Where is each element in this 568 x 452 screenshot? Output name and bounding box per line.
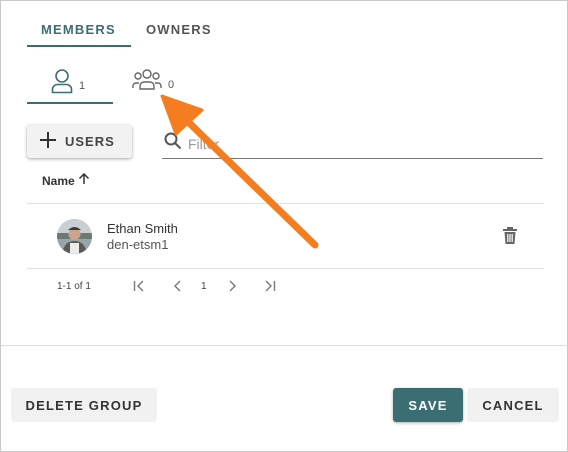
trash-icon[interactable] bbox=[502, 227, 518, 250]
dialog: MEMBERS OWNERS 1 0 USERS Filter Name Eth… bbox=[0, 0, 568, 452]
table-divider bbox=[27, 203, 544, 204]
user-id: den-etsm1 bbox=[107, 237, 169, 252]
tab-members[interactable]: MEMBERS bbox=[41, 22, 116, 37]
next-page-icon[interactable] bbox=[227, 279, 237, 297]
users-count: 1 bbox=[79, 79, 86, 92]
user-name: Ethan Smith bbox=[107, 221, 178, 236]
tab-active-indicator bbox=[27, 45, 131, 47]
name-column-header[interactable]: Name bbox=[42, 172, 90, 188]
name-header-label: Name bbox=[42, 173, 75, 188]
add-users-button[interactable]: USERS bbox=[27, 125, 132, 158]
avatar bbox=[57, 219, 92, 254]
last-page-icon[interactable] bbox=[262, 279, 276, 297]
search-icon bbox=[162, 132, 182, 155]
prev-page-icon[interactable] bbox=[173, 279, 183, 297]
table-divider-bottom bbox=[27, 268, 544, 269]
delete-group-button[interactable]: DELETE GROUP bbox=[11, 388, 157, 422]
subtab-active-indicator bbox=[27, 102, 113, 104]
plus-icon bbox=[39, 131, 57, 153]
cancel-button[interactable]: CANCEL bbox=[467, 388, 559, 422]
filter-field bbox=[162, 129, 543, 159]
arrow-up-icon bbox=[75, 172, 90, 188]
current-page: 1 bbox=[201, 281, 207, 292]
subtab-groups[interactable]: 0 bbox=[132, 68, 174, 97]
filter-input[interactable] bbox=[188, 135, 528, 152]
groups-count: 0 bbox=[168, 78, 175, 91]
pagination-range: 1-1 of 1 bbox=[57, 281, 91, 292]
group-icon bbox=[132, 68, 162, 97]
subtab-users[interactable]: 1 bbox=[51, 68, 85, 99]
first-page-icon[interactable] bbox=[133, 279, 147, 297]
save-button[interactable]: SAVE bbox=[393, 388, 463, 422]
user-icon bbox=[51, 68, 73, 99]
tab-owners[interactable]: OWNERS bbox=[146, 22, 212, 37]
add-users-label: USERS bbox=[65, 134, 115, 149]
footer-divider bbox=[1, 345, 568, 346]
